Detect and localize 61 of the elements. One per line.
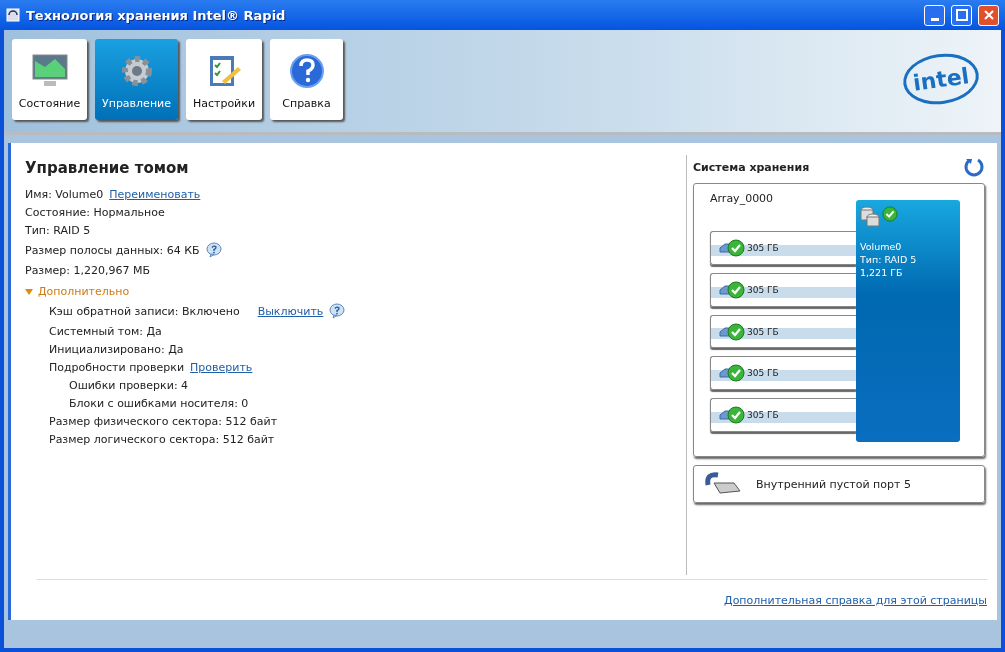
close-icon [982,9,995,21]
disk-item[interactable]: 305 ГБ [710,398,856,432]
database-icon [860,206,882,228]
disk-item[interactable]: 305 ГБ [710,272,856,307]
help-icon[interactable] [329,303,346,319]
property-text: Блоки с ошибками носителя: 0 [69,396,249,410]
property-text: Размер логического сектора: 512 байт [49,432,275,446]
toolbar-button[interactable]: Настройки [186,38,262,120]
check-icon [727,280,745,299]
volume-size: 1,221 ГБ [860,266,904,279]
disk-item[interactable]: 305 ГБ [710,356,856,391]
action-link[interactable]: Переименовать [109,187,201,201]
disk-item[interactable]: 305 ГБ [710,231,856,265]
disk-size: 305 ГБ [747,326,779,337]
app-icon [6,8,20,22]
maximize-button[interactable] [951,4,972,26]
check-icon [727,239,745,258]
help-icon[interactable] [205,242,222,258]
help-link[interactable]: Дополнительная справка для этой страницы [724,594,987,607]
disk-size: 305 ГБ [747,410,779,421]
port-item[interactable]: Внутренний пустой порт 5 [693,465,985,503]
toolbar-button[interactable]: Состояние [12,38,87,120]
property-text: Размер полосы данных: 64 КБ [25,243,200,257]
check-icon [727,364,745,383]
toolbar-button[interactable]: Управление [95,38,178,120]
action-link[interactable]: Выключить [257,304,324,318]
property-text: Тип: RAID 5 [25,223,91,237]
close-button[interactable] [978,4,999,26]
disk-size: 305 ГБ [747,284,779,295]
property-text: Подробности проверки [49,360,185,374]
toolbar-button[interactable]: Справка [270,38,343,120]
disk-size: 305 ГБ [747,368,779,379]
property-text: Кэш обратной записи: Включено [49,304,240,318]
array-name: Array_0000 [710,192,775,207]
property-text: Размер: 1,220,967 МБ [25,263,150,277]
action-link[interactable]: Проверить [190,360,253,374]
minimize-button[interactable] [924,4,945,26]
property-text: Ошибки проверки: 4 [69,378,189,392]
port-label: Внутренний пустой порт 5 [756,477,911,491]
section-heading: Управление томом [25,159,190,177]
cable-icon [704,471,742,497]
window-title: Технология хранения Intel® Rapid [26,7,287,23]
property-text: Имя: Volume0 [25,187,104,201]
property-text: Размер физического сектора: 512 байт [49,414,278,428]
property-text: Инициализировано: Да [49,342,184,356]
disk-item[interactable]: 305 ГБ [710,314,856,349]
refresh-icon[interactable] [963,156,985,178]
property-text: Состояние: Нормальное [25,205,165,219]
volume-card[interactable]: Volume0 Тип: RAID 5 1,221 ГБ [856,200,960,442]
minimize-icon [930,17,939,21]
volume-name: Volume0 [860,240,903,253]
check-icon [882,206,898,222]
volume-type: Тип: RAID 5 [860,253,918,266]
check-icon [727,322,745,341]
property-text: Системный том: Да [49,324,162,338]
triangle-icon [25,287,33,296]
check-icon [727,406,745,425]
panel-title: Система хранения [693,160,810,174]
maximize-icon [955,9,968,21]
disk-size: 305 ГБ [747,243,779,254]
monitor-icon [29,52,70,89]
